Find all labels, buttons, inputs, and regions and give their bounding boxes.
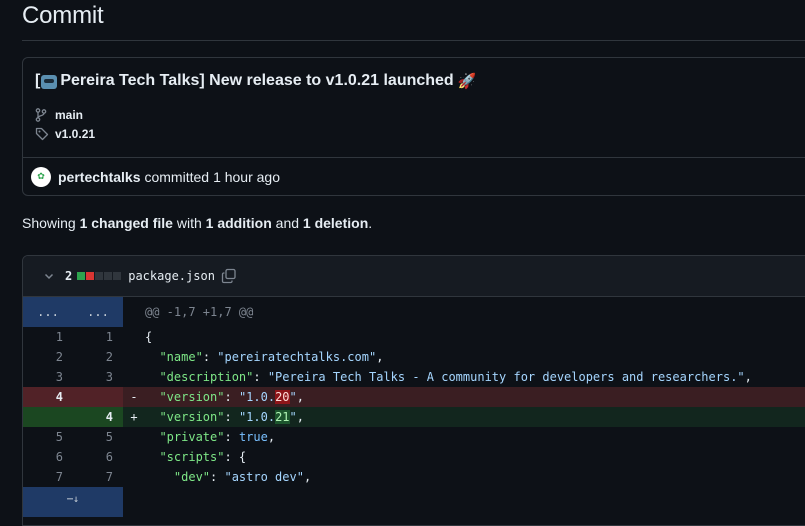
new-line-number[interactable]: 2	[73, 347, 123, 367]
expand-down-row: ⋯↓	[23, 487, 805, 517]
new-line-number[interactable]: 3	[73, 367, 123, 387]
summary-deletions: 1 deletion	[302, 215, 369, 231]
code-line: "dev": "astro dev",	[173, 470, 312, 484]
diffstat-block-neutral	[113, 272, 122, 280]
hunk-header: @@ -1,7 +1,7 @@	[145, 305, 254, 319]
diff-marker	[123, 327, 145, 347]
file-header: 2 package.json	[23, 256, 805, 297]
diff-marker: +	[130, 410, 138, 424]
rocket-emoji-icon: 🚀	[457, 73, 477, 90]
tag-name[interactable]: v1.0.21	[55, 127, 95, 141]
copy-icon[interactable]	[221, 268, 237, 284]
robot-emoji-icon	[41, 75, 58, 89]
tag-icon	[35, 127, 51, 141]
diffstat-block-neutral	[104, 272, 113, 280]
commit-refs: main v1.0.21	[35, 105, 805, 143]
commit-message: [ Pereira Tech Talks] New release to v1.…	[35, 68, 805, 94]
commit-time[interactable]: 1 hour ago	[213, 169, 280, 185]
diff-line-ctx: 1 1 {	[23, 327, 805, 347]
expand-up-left[interactable]: ...	[23, 297, 73, 327]
git-branch-icon	[35, 107, 51, 122]
summary-additions: 1 addition	[205, 215, 272, 231]
old-line-number[interactable]: 7	[23, 467, 73, 487]
hunk-header-row: ... ... @@ -1,7 +1,7 @@	[23, 297, 805, 327]
diff-marker	[123, 347, 145, 367]
branch-ref[interactable]: main	[35, 105, 805, 124]
diff-summary: Showing 1 changed file with 1 addition a…	[22, 215, 372, 231]
code-line: "description": "Pereira Tech Talks - A c…	[159, 370, 752, 384]
chevron-down-icon[interactable]	[43, 270, 55, 282]
old-line-number[interactable]: 4	[23, 387, 73, 407]
diffstat-block-neutral	[95, 272, 104, 280]
expand-up-right[interactable]: ...	[73, 297, 123, 327]
diff-line-del: 4 - "version": "1.0.20",	[23, 387, 805, 407]
summary-changed: 1 changed file	[79, 215, 173, 231]
diff-line-ctx: 55 "private": true,	[23, 427, 805, 447]
new-line-number[interactable]: 5	[73, 427, 123, 447]
new-line-number[interactable]: 6	[73, 447, 123, 467]
code-line: "private": true,	[159, 430, 276, 444]
diff-lines: 1 1{2 2 "name": "pereiratechtalks.com", 3 3 …	[23, 327, 805, 487]
diff-marker: -	[130, 390, 138, 404]
diff-line-ctx: 66 "scripts": {	[23, 447, 805, 467]
branch-name[interactable]: main	[55, 108, 83, 122]
diffstat	[77, 272, 122, 280]
commit-box: [ Pereira Tech Talks] New release to v1.…	[22, 57, 805, 196]
file-name[interactable]: package.json	[128, 269, 215, 283]
commit-message-prefix: [	[35, 72, 41, 89]
commit-message-text: Pereira Tech Talks] New release to v1.0.…	[60, 72, 454, 89]
avatar[interactable]: ✿	[31, 166, 51, 187]
commit-author-bar: ✿ pertechtalks committed 1 hour ago	[23, 157, 805, 195]
code-line: {	[145, 330, 153, 344]
summary-prefix: Showing	[22, 215, 76, 231]
tag-ref[interactable]: v1.0.21	[35, 124, 805, 143]
summary-suffix: .	[368, 215, 373, 231]
old-line-number[interactable]: 3	[23, 367, 73, 387]
diff-marker	[123, 467, 145, 487]
code-line: "version": "1.0.20",	[159, 390, 304, 404]
old-line-number[interactable]	[23, 407, 73, 427]
new-line-number[interactable]: 7	[73, 467, 123, 487]
commit-action: committed	[144, 168, 210, 185]
code-line: "name": "pereiratechtalks.com",	[159, 350, 384, 364]
commit-header: [ Pereira Tech Talks] New release to v1.…	[23, 58, 805, 157]
old-line-number[interactable]: 5	[23, 427, 73, 447]
code-line: "scripts": {	[159, 450, 247, 464]
summary-and: and	[275, 215, 300, 231]
diff-marker	[123, 367, 145, 387]
diffstat-block-add	[77, 272, 86, 280]
old-line-number[interactable]: 6	[23, 447, 73, 467]
diff-line-ctx: 77 "dev": "astro dev",	[23, 467, 805, 487]
change-count: 2	[65, 269, 73, 283]
diff-marker	[123, 427, 145, 447]
file-diff: 2 package.json ... ... @@ -1,7 +1,7 @@ 1…	[22, 255, 805, 526]
new-line-number[interactable]: 4	[73, 407, 123, 427]
expand-down-icon[interactable]: ⋯↓	[23, 487, 123, 517]
diff-line-ctx: 33 "description": "Pereira Tech Talks - …	[23, 367, 805, 387]
old-line-number[interactable]: 1	[23, 327, 73, 347]
new-line-number[interactable]	[73, 387, 123, 407]
diffstat-block-del	[86, 272, 95, 280]
summary-with: with	[176, 215, 202, 231]
code-line: "version": "1.0.21",	[159, 410, 304, 424]
diff-table: ... ... @@ -1,7 +1,7 @@ 1 1 {2 2 "name": "p…	[23, 297, 805, 517]
old-line-number[interactable]: 2	[23, 347, 73, 367]
diff-line-add: 4 + "version": "1.0.21",	[23, 407, 805, 427]
new-line-number[interactable]: 1	[73, 327, 123, 347]
author-link[interactable]: pertechtalks	[58, 169, 140, 185]
title-divider	[22, 40, 805, 41]
diff-marker	[123, 447, 145, 467]
page-title: Commit	[22, 2, 104, 29]
diff-line-ctx: 22 "name": "pereiratechtalks.com",	[23, 347, 805, 367]
